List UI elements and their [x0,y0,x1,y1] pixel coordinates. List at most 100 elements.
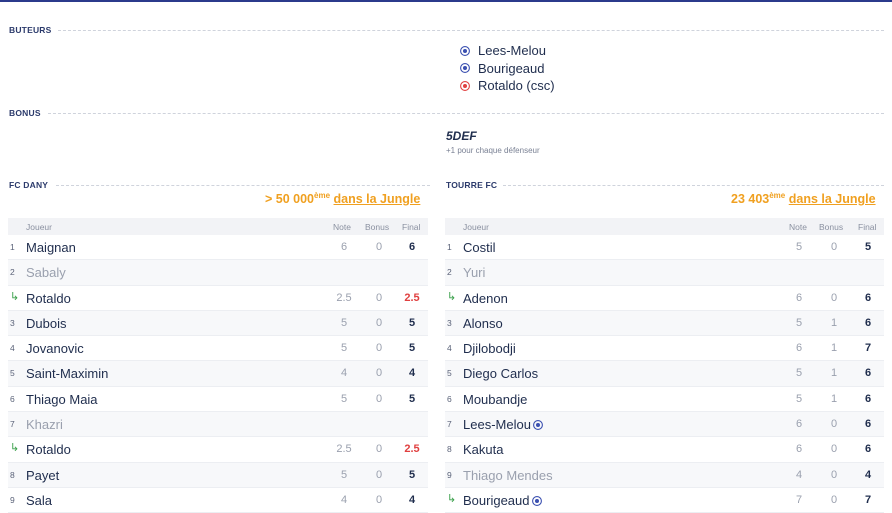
player-final: 5 [864,241,872,253]
divider [58,30,884,31]
player-note: 6 [340,241,348,253]
player-name-text: Sala [26,492,53,508]
scorer-item: Bourigeaud [460,60,555,78]
table-row[interactable]: ↳ Rotaldo 2.5 0 2.5 [8,437,428,463]
player-name[interactable]: Thiago Mendes [463,468,553,483]
table-row[interactable]: 2 Yuri [445,260,884,286]
player-bonus: 0 [830,241,838,253]
player-table-right: Joueur Note Bonus Final 1 Costil 5 0 5 2 Yuri ↳… [445,218,884,513]
player-name[interactable]: Sabaly [26,265,66,280]
table-row[interactable]: 5 Saint-Maximin 4 0 4 [8,361,428,387]
player-number: 8 [447,444,452,455]
player-note: 2.5 [336,443,352,456]
player-note: 2.5 [336,291,352,304]
player-bonus: 0 [375,443,383,456]
player-note: 6 [795,342,803,355]
table-row[interactable]: 6 Thiago Maia 5 0 5 [8,387,428,413]
player-note: 5 [340,316,348,329]
table-row[interactable]: 3 Dubois 5 0 5 [8,310,428,337]
table-row[interactable]: 9 Thiago Mendes 4 0 4 [445,462,884,488]
rank-suffix: ème [769,191,786,200]
table-body: 1 Costil 5 0 5 2 Yuri ↳ Adenon 6 0 6 3 Alonso 5 1 6 4 Djil… [445,235,884,513]
player-bonus: 0 [375,316,383,329]
player-final: 6 [864,443,872,456]
player-bonus: 0 [375,241,383,253]
player-name[interactable]: Costil [463,240,496,255]
player-name[interactable]: Thiago Maia [26,392,98,407]
player-note: 5 [340,468,348,481]
player-name-text: Jovanovic [26,341,84,357]
player-name-text: Dubois [26,315,67,331]
header-player: Joueur [463,222,489,232]
table-row[interactable]: 4 Djilobodji 6 1 7 [445,336,884,362]
player-name[interactable]: Yuri [463,265,485,280]
player-name[interactable]: Rotaldo [26,291,71,306]
player-name[interactable]: Rotaldo [26,442,71,457]
player-name[interactable]: Khazri [26,417,63,432]
player-note: 5 [795,316,803,329]
player-name-text: Rotaldo [26,442,71,458]
table-row[interactable]: 1 Maignan 6 0 6 [8,235,428,261]
player-note: 7 [795,493,803,506]
player-number: 9 [10,494,15,505]
player-bonus: 0 [830,468,838,481]
player-name[interactable]: Maignan [26,240,76,255]
player-name[interactable]: Saint-Maximin [26,366,108,381]
player-name[interactable]: Moubandje [463,392,527,407]
table-row[interactable]: 4 Jovanovic 5 0 5 [8,336,428,362]
player-name[interactable]: Alonso [463,316,503,331]
player-name[interactable]: Bourigeaud [463,493,542,508]
player-name[interactable]: Payet [26,468,59,483]
section-label-bonus: BONUS [9,108,41,118]
header-bonus: Bonus [365,222,390,232]
player-number: 4 [447,343,452,354]
substitution-arrow-icon: ↳ [10,442,20,455]
table-row[interactable]: 2 Sabaly [8,260,428,286]
jungle-link[interactable]: dans la Jungle [789,192,876,206]
player-note: 4 [340,493,348,506]
table-row[interactable]: ↳ Rotaldo 2.5 0 2.5 [8,286,428,311]
player-name-text: Payet [26,467,60,483]
player-name[interactable]: Diego Carlos [463,366,538,381]
table-row[interactable]: 7 Lees-Melou 6 0 6 [445,412,884,438]
table-row[interactable]: ↳ Adenon 6 0 6 [445,286,884,311]
player-name-text: Lees-Melou [463,417,531,433]
player-number: 9 [447,469,452,480]
team-name-right: TOURRE FC [446,180,498,190]
soccer-ball-icon [531,496,542,506]
player-final: 7 [864,493,872,506]
table-row[interactable]: 6 Moubandje 5 1 6 [445,387,884,413]
player-name-text: Bourigeaud [463,492,530,508]
jungle-link[interactable]: dans la Jungle [334,192,421,206]
player-name[interactable]: Dubois [26,316,66,331]
player-final: 5 [408,468,416,481]
table-row[interactable]: ↳ Bourigeaud 7 0 7 [445,488,884,513]
table-row[interactable]: 5 Diego Carlos 5 1 6 [445,361,884,387]
rank-value: > 50 000 [265,192,315,206]
rank-suffix: ème [314,191,331,200]
player-note: 4 [795,468,803,481]
bonus-description: +1 pour chaque défenseur [446,146,540,155]
player-table-left: Joueur Note Bonus Final 1 Maignan 6 0 6 2 Saba… [8,218,428,513]
player-name[interactable]: Adenon [463,291,508,306]
table-row[interactable]: 8 Payet 5 0 5 [8,462,428,488]
player-note: 6 [795,418,803,431]
player-name-text: Maignan [26,240,76,255]
table-row[interactable]: 1 Costil 5 0 5 [445,235,884,261]
table-row[interactable]: 7 Khazri [8,412,428,438]
player-name[interactable]: Djilobodji [463,341,516,356]
player-name[interactable]: Jovanovic [26,341,84,356]
player-final: 4 [408,367,416,380]
divider [48,113,884,114]
player-number: 6 [447,393,452,404]
table-row[interactable]: 9 Sala 4 0 4 [8,488,428,513]
header-note: Note [333,222,351,232]
player-name[interactable]: Sala [26,493,52,508]
player-name-text: Thiago Mendes [463,467,553,483]
player-name[interactable]: Lees-Melou [463,417,543,432]
table-row[interactable]: 3 Alonso 5 1 6 [445,310,884,337]
table-row[interactable]: 8 Kakuta 6 0 6 [445,437,884,463]
player-name[interactable]: Kakuta [463,442,503,457]
player-bonus: 1 [830,342,838,355]
player-number: 1 [447,242,452,252]
